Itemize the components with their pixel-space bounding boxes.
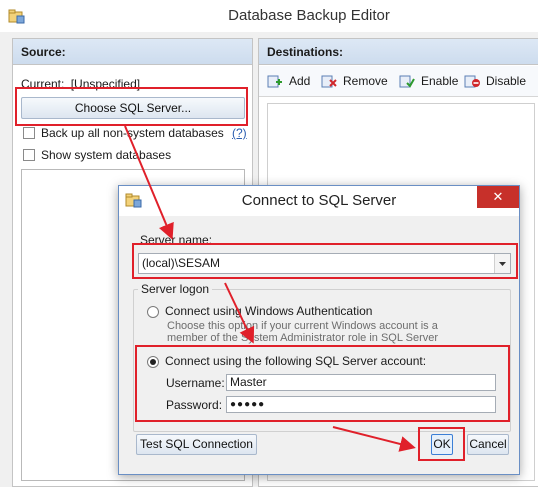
sql-auth-label[interactable]: Connect using the following SQL Server a…	[165, 354, 426, 368]
add-icon	[267, 75, 282, 88]
username-field[interactable]: Master	[226, 374, 496, 391]
windows-auth-desc-2: member of the System Administrator role …	[167, 332, 439, 344]
sql-auth-radio[interactable]	[147, 356, 159, 368]
connect-dialog: Connect to SQL Server ✕ Server name: (lo…	[118, 185, 520, 475]
dropdown-button[interactable]	[494, 254, 510, 273]
enable-icon	[399, 75, 415, 88]
show-system-label: Show system databases	[41, 148, 172, 162]
source-header: Source:	[13, 39, 252, 65]
choose-sql-server-button[interactable]: Choose SQL Server...	[21, 97, 245, 119]
destinations-toolbar: Add Remove Enable Disable	[259, 66, 538, 97]
windows-auth-label[interactable]: Connect using Windows Authentication	[165, 304, 372, 318]
server-name-value: (local)\SESAM	[142, 256, 221, 270]
test-sql-connection-button[interactable]: Test SQL Connection	[136, 434, 257, 455]
dialog-titlebar: Connect to SQL Server ✕	[119, 186, 519, 216]
password-label: Password:	[166, 398, 223, 412]
cancel-button[interactable]: Cancel	[467, 434, 509, 455]
server-name-label: Server name:	[140, 233, 213, 247]
disable-label: Disable	[486, 74, 527, 88]
main-titlebar: Database Backup Editor	[0, 0, 538, 32]
enable-label: Enable	[421, 74, 459, 88]
window-title: Database Backup Editor	[228, 7, 390, 24]
backup-all-checkbox[interactable]	[23, 127, 35, 139]
backup-all-label: Back up all non-system databases	[41, 126, 224, 140]
destinations-header: Destinations:	[259, 39, 538, 65]
remove-icon	[321, 75, 337, 88]
dialog-title: Connect to SQL Server	[241, 192, 397, 209]
server-logon-label: Server logon	[138, 282, 213, 296]
password-field[interactable]: ●●●●●	[226, 396, 496, 413]
current-row: Current: [Unspecified]	[21, 77, 140, 91]
show-system-checkbox[interactable]	[23, 149, 35, 161]
chevron-down-icon	[499, 262, 506, 266]
remove-label: Remove	[343, 74, 388, 88]
dialog-close-button[interactable]: ✕	[477, 186, 519, 208]
windows-auth-desc-1: Choose this option if your current Windo…	[167, 320, 438, 332]
ok-button[interactable]: OK	[431, 434, 453, 455]
server-name-combo[interactable]: (local)\SESAM	[138, 253, 511, 274]
disable-icon	[464, 75, 480, 88]
close-icon: ✕	[492, 189, 504, 204]
help-link[interactable]: (?)	[232, 126, 247, 140]
username-label: Username:	[166, 376, 225, 390]
current-label: Current:	[21, 77, 65, 91]
add-label: Add	[289, 74, 311, 88]
current-value: [Unspecified]	[70, 77, 141, 91]
windows-auth-radio[interactable]	[147, 306, 159, 318]
